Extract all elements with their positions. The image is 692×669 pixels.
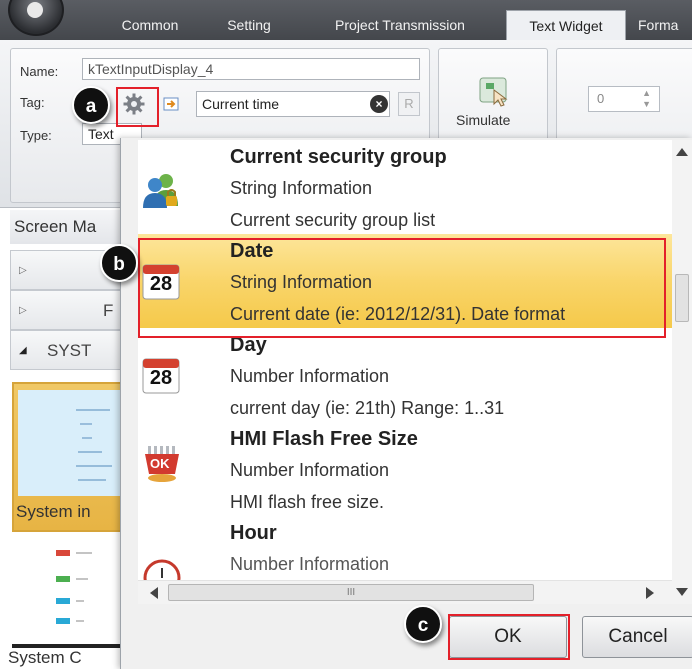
simulate-label[interactable]: Simulate [456, 112, 510, 128]
spinner-value: 0 [597, 91, 605, 106]
list-item-current-security-group[interactable]: Current security group String Informatio… [138, 140, 672, 234]
item-description: current day (ie: 21th) Range: 1..31 [230, 398, 505, 418]
flash-ok-icon: OK [142, 444, 180, 482]
item-kind: Number Information [230, 366, 390, 386]
item-kind: String Information [230, 178, 373, 198]
ok-button[interactable]: OK [449, 616, 567, 658]
horizontal-scrollbar[interactable]: III [138, 580, 672, 604]
name-label: Name: [20, 64, 59, 79]
accordion-row-label: F [103, 301, 114, 320]
tab-text-widget[interactable]: Text Widget [506, 10, 626, 40]
tab-format[interactable]: Forma [638, 10, 692, 40]
spinner-up-icon[interactable]: ▲ [642, 88, 651, 98]
accordion-row-label: SYST [47, 341, 92, 360]
item-title: Current security group [230, 146, 447, 168]
ok-icon-text: OK [150, 456, 170, 471]
simulate-icon[interactable] [478, 76, 510, 108]
scroll-down-icon[interactable] [676, 588, 688, 596]
calendar-icon: 28 [142, 262, 180, 300]
gear-icon[interactable] [122, 92, 146, 116]
thumbnail-preview [18, 390, 122, 496]
system-config-thumbnail[interactable] [12, 540, 127, 648]
list-item-day[interactable]: 28 Day Number Information current day (i… [138, 328, 672, 422]
tag-field[interactable]: Current time [196, 91, 390, 117]
calendar-icon: 28 [142, 356, 180, 394]
system-info-thumbnail[interactable]: System in [12, 382, 127, 532]
item-title: Date [230, 240, 274, 262]
clear-tag-icon[interactable]: × [370, 95, 388, 113]
collapse-arrow-icon: ◢ [19, 345, 27, 356]
expand-arrow-icon: ▷ [19, 265, 27, 276]
item-description: Current date (ie: 2012/12/31). Date form… [230, 304, 566, 324]
scroll-right-icon[interactable] [646, 587, 654, 599]
spinner-down-icon[interactable]: ▼ [642, 99, 651, 109]
item-kind: Number Information [230, 554, 390, 574]
item-kind: String Information [230, 272, 373, 292]
tag-label: Tag: [20, 95, 45, 110]
tag-type-icon [162, 95, 180, 113]
list-item-date[interactable]: 28 Date String Information Current date … [138, 234, 672, 328]
horizontal-scroll-thumb[interactable]: III [168, 584, 534, 601]
tab-setting[interactable]: Setting [212, 10, 286, 40]
security-group-icon [142, 170, 180, 208]
item-title: Hour [230, 522, 277, 544]
name-field[interactable]: kTextInputDisplay_4 [82, 58, 420, 80]
tab-common[interactable]: Common [104, 10, 196, 40]
cancel-button[interactable]: Cancel [582, 616, 692, 658]
thumbnail-caption: System C [8, 648, 82, 667]
callout-badge-a: a [72, 86, 110, 124]
calendar-day: 28 [149, 367, 173, 389]
item-kind: Number Information [230, 460, 390, 480]
item-title: Day [230, 334, 267, 356]
system-tag-list[interactable]: Current security group String Informatio… [138, 140, 672, 604]
tab-project-transmission[interactable]: Project Transmission [302, 10, 498, 40]
thumbnail-caption: System in [16, 502, 91, 521]
type-label: Type: [20, 128, 52, 143]
callout-badge-c: c [404, 605, 442, 643]
vertical-scrollbar[interactable] [672, 140, 692, 604]
application-menu-button[interactable] [8, 0, 64, 36]
list-item-hmi-flash-free-size[interactable]: OK HMI Flash Free Size Number Informatio… [138, 422, 672, 516]
scroll-left-icon[interactable] [150, 587, 158, 599]
item-title: HMI Flash Free Size [230, 428, 418, 450]
callout-badge-b: b [100, 244, 138, 282]
vertical-scroll-thumb[interactable] [675, 274, 689, 322]
value-spinner[interactable]: 0 ▲ ▼ [588, 86, 660, 112]
item-description: HMI flash free size. [230, 492, 385, 512]
r-button[interactable]: R [398, 92, 420, 116]
item-description: Current security group list [230, 210, 436, 230]
ribbon-tab-bar: Common Setting Project Transmission Text… [0, 0, 692, 40]
expand-arrow-icon: ▷ [19, 305, 27, 316]
calendar-day: 28 [149, 273, 173, 295]
scroll-up-icon[interactable] [676, 148, 688, 156]
